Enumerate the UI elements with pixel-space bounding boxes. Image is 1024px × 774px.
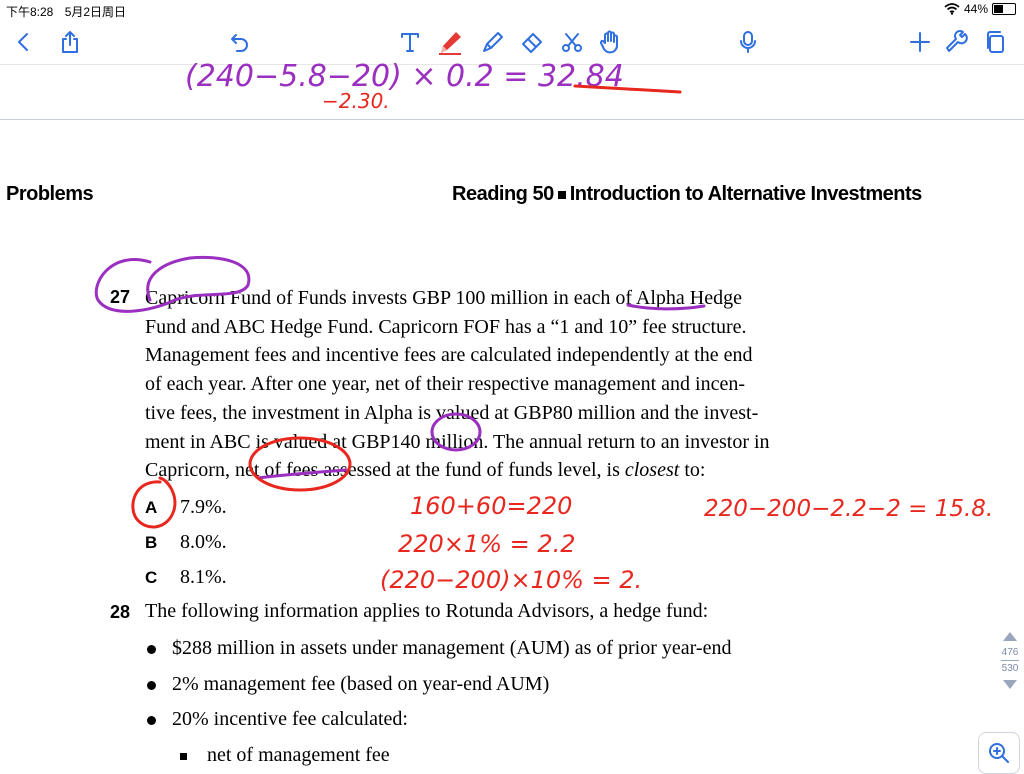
text-line: of each year. After one year, net of the… bbox=[145, 373, 746, 396]
status-time: 下午8:28 bbox=[6, 5, 54, 19]
bullet-item: 20% incentive fee calculated: bbox=[145, 708, 408, 731]
add-icon[interactable] bbox=[902, 24, 938, 60]
section-title: Problems bbox=[6, 183, 94, 205]
page-indicator[interactable]: 476 530 bbox=[996, 632, 1024, 689]
eraser-icon[interactable] bbox=[514, 24, 550, 60]
highlighter-icon[interactable] bbox=[474, 24, 510, 60]
pen-icon[interactable] bbox=[432, 24, 468, 60]
handwriting-calc-4: 220−200−2.2−2 = 15.8. bbox=[704, 496, 993, 522]
undo-icon[interactable] bbox=[222, 24, 258, 60]
reading-name: Introduction to Alternative Investments bbox=[569, 183, 923, 205]
hand-icon[interactable] bbox=[592, 24, 628, 60]
text-icon[interactable] bbox=[392, 24, 428, 60]
wifi-icon bbox=[944, 3, 960, 15]
reading-number: Reading 50 bbox=[452, 183, 554, 205]
question-number: 28 bbox=[110, 602, 131, 622]
wrench-icon[interactable] bbox=[940, 24, 976, 60]
bullet-item: 2% management fee (based on year-end AUM… bbox=[145, 673, 549, 696]
handwriting-calc-1: 160+60=220 bbox=[410, 492, 572, 520]
text-line: Capricorn, net of fees assessed at the f… bbox=[145, 459, 706, 482]
bullet-item: $288 million in assets under management … bbox=[145, 637, 731, 660]
page-total: 530 bbox=[1001, 663, 1019, 674]
handwriting-calc-3: (220−200)×10% = 2. bbox=[380, 566, 642, 594]
page-up-icon[interactable] bbox=[1003, 632, 1017, 641]
status-bar: 下午8:28 5月2日周日 44% bbox=[0, 0, 1024, 20]
back-icon[interactable] bbox=[6, 24, 42, 60]
battery-icon bbox=[992, 3, 1016, 15]
option-a[interactable]: A 7.9%. bbox=[145, 496, 227, 519]
option-b[interactable]: B 8.0%. bbox=[145, 531, 227, 554]
text-line: Capricorn Fund of Funds invests GBP 100 … bbox=[145, 287, 742, 309]
status-date: 5月2日周日 bbox=[64, 5, 127, 19]
text-line: Fund and ABC Hedge Fund. Capricorn FOF h… bbox=[145, 315, 747, 338]
page-separator bbox=[0, 119, 1024, 120]
text-line: Management fees and incentive fees are c… bbox=[145, 344, 753, 367]
page-down-icon[interactable] bbox=[1003, 680, 1017, 689]
reading-title: Reading 50 Introduction to Alternative In… bbox=[452, 183, 922, 206]
option-c[interactable]: C 8.1%. bbox=[145, 566, 227, 589]
text-line: ment in ABC is valued at GBP140 million.… bbox=[145, 430, 770, 453]
toolbar bbox=[0, 20, 1024, 65]
mic-icon[interactable] bbox=[730, 24, 766, 60]
question-27-text: Capricorn Fund of Funds invests GBP 100 … bbox=[145, 284, 905, 485]
red-strike-top bbox=[573, 84, 682, 94]
text-line: tive fees, the investment in Alpha is va… bbox=[145, 401, 759, 424]
handwriting-calc-2: 220×1% = 2.2 bbox=[398, 530, 576, 558]
question-number: 27 bbox=[110, 287, 131, 307]
lasso-icon[interactable] bbox=[554, 24, 590, 60]
share-icon[interactable] bbox=[52, 24, 88, 60]
battery-percent: 44% bbox=[963, 2, 988, 16]
handwriting-top-sub: −2.30. bbox=[322, 89, 390, 113]
question-28-text: The following information applies to Rot… bbox=[145, 600, 709, 622]
page-current: 476 bbox=[1001, 647, 1019, 658]
pages-icon[interactable] bbox=[978, 24, 1014, 60]
sub-bullet-item: net of management fee bbox=[180, 744, 390, 767]
zoom-in-icon bbox=[989, 743, 1009, 763]
